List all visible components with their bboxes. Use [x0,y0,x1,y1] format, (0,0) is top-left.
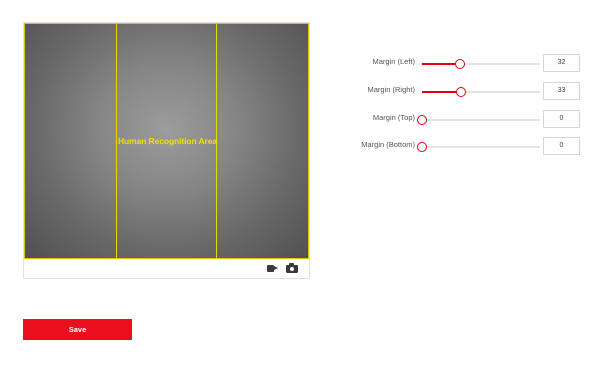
margin-top-input[interactable]: 0 [543,110,580,128]
camera-icon[interactable] [286,263,298,273]
margin-right-row: Margin (Right) 33 [330,82,582,102]
margin-left-label: Margin (Left) [372,57,415,66]
video-toolbar [24,258,309,278]
slider-handle[interactable] [454,59,465,69]
margin-right-label: Margin (Right) [367,85,415,94]
margin-bottom-row: Margin (Bottom) 0 [330,137,582,157]
margin-bottom-input[interactable]: 0 [543,137,580,155]
slider-handle[interactable] [455,87,466,97]
margin-bottom-label: Margin (Bottom) [361,140,415,149]
margin-top-row: Margin (Top) 0 [330,110,582,130]
video-preview[interactable]: Human Recognition Area [24,23,309,259]
live-view-panel: Human Recognition Area [23,22,310,279]
record-icon[interactable] [267,264,278,272]
margin-top-label: Margin (Top) [372,113,415,122]
margin-right-slider[interactable] [422,87,540,97]
margin-left-slider[interactable] [422,59,540,69]
margin-left-input[interactable]: 32 [543,54,580,72]
slider-handle[interactable] [417,115,427,125]
slider-handle[interactable] [417,142,427,152]
save-button[interactable]: Save [23,319,132,340]
margin-right-input[interactable]: 33 [543,82,580,100]
detection-area-label: Human Recognition Area [117,136,218,146]
margin-bottom-slider[interactable] [417,142,540,152]
margin-top-slider[interactable] [417,115,540,125]
margin-left-row: Margin (Left) 32 [330,54,582,74]
